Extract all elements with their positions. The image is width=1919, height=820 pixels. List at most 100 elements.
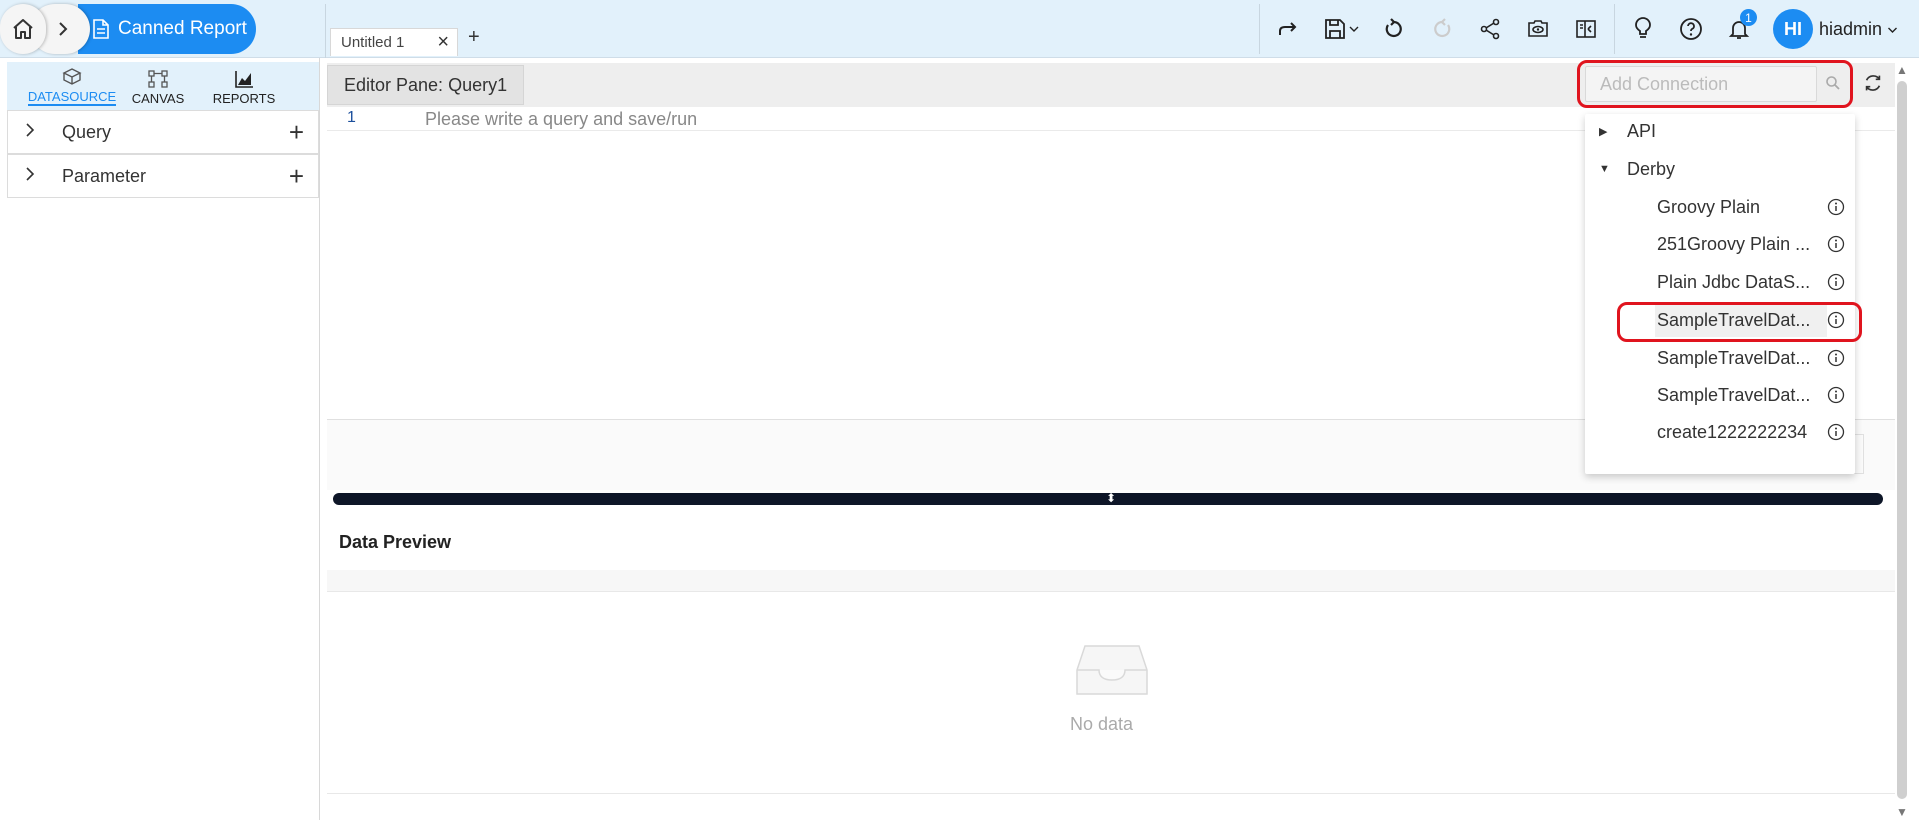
connection-item-label: Plain Jdbc DataS... xyxy=(1657,271,1811,292)
empty-inbox-icon xyxy=(1076,645,1148,695)
save-button[interactable] xyxy=(1312,4,1370,54)
tab-reports[interactable]: REPORTS xyxy=(201,62,287,110)
tips-button[interactable] xyxy=(1619,4,1667,54)
camera-eye-icon xyxy=(1528,20,1548,37)
scroll-up-icon[interactable]: ▲ xyxy=(1896,63,1908,77)
connection-item[interactable]: Groovy Plain xyxy=(1655,190,1827,224)
editor-placeholder: Please write a query and save/run xyxy=(425,109,698,129)
data-preview-body: No data xyxy=(327,592,1895,794)
preview-button[interactable] xyxy=(1514,4,1562,54)
tree-group-derby[interactable]: ▼ Derby xyxy=(1599,152,1675,186)
share-icon xyxy=(1480,18,1500,40)
notifications-button[interactable]: 1 xyxy=(1715,4,1763,54)
home-button[interactable] xyxy=(0,4,46,54)
selection-highlight xyxy=(1617,302,1862,342)
sidebar-item-label: Query xyxy=(62,121,112,142)
sidebar-tabs: DATASOURCE CANVAS REPORTS xyxy=(7,62,319,110)
caret-down-icon: ▼ xyxy=(1599,163,1610,175)
add-tab-button[interactable]: + xyxy=(468,26,480,49)
share-forward-button[interactable] xyxy=(1264,4,1312,54)
canvas-icon xyxy=(148,70,168,88)
tree-group-label: Derby xyxy=(1627,158,1676,179)
info-icon[interactable] xyxy=(1827,273,1845,291)
search-icon xyxy=(1826,76,1840,90)
database-icon xyxy=(62,68,82,85)
data-preview-title: Data Preview xyxy=(339,532,452,552)
empty-state-text: No data xyxy=(1070,714,1134,734)
scroll-thumb[interactable] xyxy=(1897,81,1907,799)
toolbar: 1 HI hiadmin xyxy=(1255,4,1898,54)
info-icon[interactable] xyxy=(1827,198,1845,216)
divider xyxy=(1259,4,1260,54)
undo-icon xyxy=(1385,18,1402,38)
undo-button[interactable] xyxy=(1370,4,1418,54)
connection-item-label: Groovy Plain xyxy=(1657,196,1761,217)
sidebar-item-query[interactable]: Query + xyxy=(7,110,319,154)
breadcrumb-current-label: Canned Report xyxy=(118,18,247,39)
chevron-right-icon xyxy=(24,166,40,186)
left-sidebar: DATASOURCE CANVAS REPORTS Query + Parame… xyxy=(0,58,320,820)
close-icon[interactable]: × xyxy=(437,31,449,54)
chevron-right-icon xyxy=(24,122,40,142)
tab-untitled-1[interactable]: Untitled 1 × xyxy=(330,28,458,56)
layout-toggle-button[interactable] xyxy=(1562,4,1610,54)
scroll-down-icon[interactable]: ▼ xyxy=(1896,805,1908,819)
connection-item[interactable]: SampleTravelDat... xyxy=(1655,341,1827,375)
tab-canvas[interactable]: CANVAS xyxy=(115,62,201,110)
connection-item-label: SampleTravelDat... xyxy=(1657,384,1811,405)
redo-icon xyxy=(1434,18,1451,38)
add-query-button[interactable]: + xyxy=(289,117,304,148)
connection-item[interactable]: SampleTravelDat... xyxy=(1655,378,1827,412)
tab-reports-label: REPORTS xyxy=(212,91,276,106)
tree-group-api[interactable]: ▶ API xyxy=(1599,114,1656,148)
add-connection-input[interactable] xyxy=(1585,66,1817,102)
user-menu[interactable]: hiadmin xyxy=(1819,19,1898,40)
caret-right-icon: ▶ xyxy=(1599,125,1608,138)
tab-label: Untitled 1 xyxy=(341,34,405,51)
tree-group-label: API xyxy=(1627,120,1657,141)
sidebar-item-label: Parameter xyxy=(62,165,147,186)
share-button[interactable] xyxy=(1466,4,1514,54)
avatar[interactable]: HI xyxy=(1773,9,1813,49)
connection-item-label: create1222222234 xyxy=(1657,421,1808,442)
info-icon[interactable] xyxy=(1827,235,1845,253)
chevron-down-icon xyxy=(1349,26,1359,32)
data-preview-header xyxy=(327,570,1895,592)
tab-datasource-label: DATASOURCE xyxy=(27,89,117,106)
chevron-right-icon xyxy=(59,22,68,36)
redo-button[interactable] xyxy=(1418,4,1466,54)
help-button[interactable] xyxy=(1667,4,1715,54)
connection-item[interactable]: create1222222234 xyxy=(1655,415,1827,449)
connection-item-label: 251Groovy Plain ... xyxy=(1657,233,1811,254)
drag-handle-icon: ⬍ xyxy=(1106,491,1117,505)
sidebar-item-parameter[interactable]: Parameter + xyxy=(7,154,319,198)
divider xyxy=(1614,4,1615,54)
refresh-icon[interactable] xyxy=(1862,72,1884,94)
tab-datasource[interactable]: DATASOURCE xyxy=(27,62,117,110)
connection-item-label: SampleTravelDat... xyxy=(1657,347,1811,368)
save-icon xyxy=(1325,19,1345,39)
lightbulb-icon xyxy=(1635,17,1651,38)
divider xyxy=(325,4,326,58)
vertical-scrollbar[interactable]: ▲ ▼ xyxy=(1895,63,1909,820)
connection-item[interactable]: Plain Jdbc DataS... xyxy=(1655,265,1827,299)
line-number: 1 xyxy=(347,109,356,126)
info-icon[interactable] xyxy=(1827,386,1845,404)
pane-splitter[interactable]: ⬍ xyxy=(333,491,1883,505)
help-icon xyxy=(1680,18,1702,40)
tab-canvas-label: CANVAS xyxy=(131,91,185,106)
info-icon[interactable] xyxy=(1827,423,1845,441)
breadcrumb-current[interactable]: Canned Report xyxy=(78,4,256,54)
forward-arrow-icon xyxy=(1279,22,1297,35)
top-bar: Canned Report Untitled 1 × + 1 HI hiadmi… xyxy=(0,0,1919,58)
connection-dropdown: ▶ API ▼ Derby Groovy Plain 251Groovy Pla… xyxy=(1585,114,1855,474)
chevron-down-icon xyxy=(1888,27,1898,33)
add-parameter-button[interactable]: + xyxy=(289,161,304,192)
info-icon[interactable] xyxy=(1827,349,1845,367)
notification-badge: 1 xyxy=(1740,9,1757,26)
split-panel-icon xyxy=(1576,20,1596,38)
connection-item[interactable]: 251Groovy Plain ... xyxy=(1655,227,1827,261)
document-icon xyxy=(93,19,109,39)
user-name: hiadmin xyxy=(1819,18,1883,39)
home-icon xyxy=(13,19,33,39)
